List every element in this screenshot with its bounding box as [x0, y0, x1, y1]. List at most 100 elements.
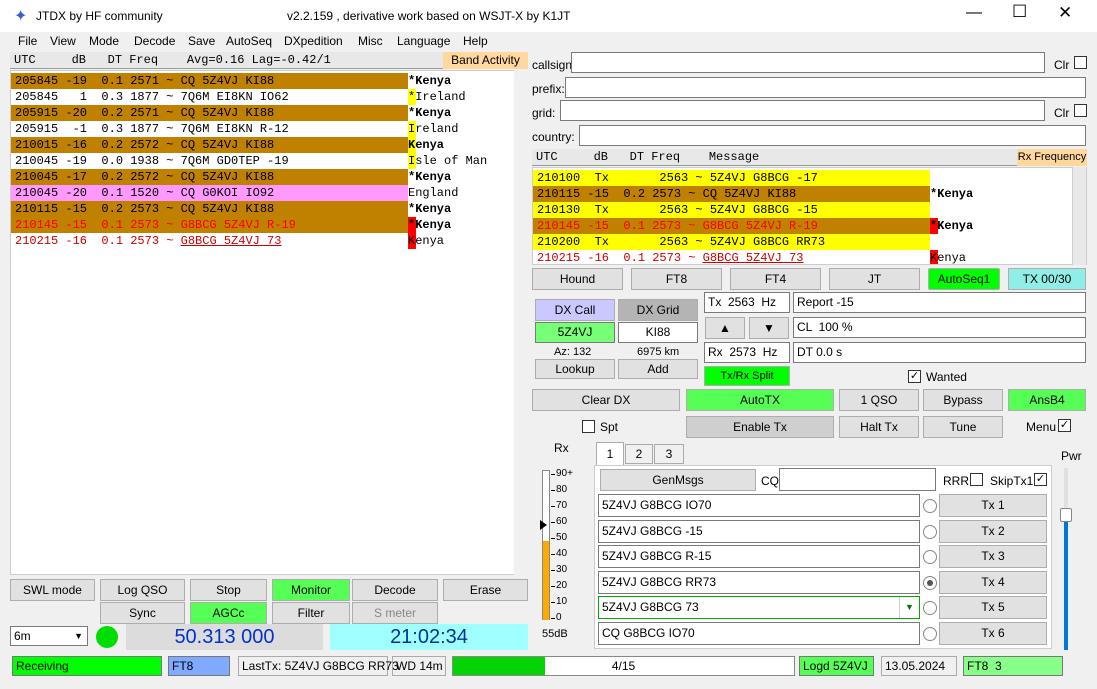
tx6-radio[interactable]	[923, 626, 937, 641]
tx4-button[interactable]: Tx 4	[939, 570, 1047, 594]
erase-button[interactable]: Erase	[443, 579, 528, 601]
report-spinbox[interactable]: Report -15	[793, 292, 1086, 313]
band-activity-button[interactable]: Band Activity	[443, 52, 528, 69]
callsign-input[interactable]	[571, 52, 1045, 73]
decode-row[interactable]: 210045 -19 0.0 1938 ~ 7Q6M GD0TEP -19 Isl…	[11, 153, 511, 169]
callsign-clr-checkbox[interactable]	[1074, 56, 1087, 69]
tab-1[interactable]: 1	[596, 442, 624, 466]
menu-checkbox[interactable]: ✓	[1058, 419, 1071, 432]
menu-item-misc[interactable]: Misc	[358, 34, 383, 48]
rx-frequency-button[interactable]: Rx Frequency	[1017, 149, 1087, 166]
tx1-message-input[interactable]: 5Z4VJ G8BCG IO70	[598, 494, 920, 517]
decode-row[interactable]: 205915 -1 0.3 1877 ~ 7Q6M EI8KN R-12 Irel…	[11, 121, 511, 137]
decode-row[interactable]: 210045 -20 0.1 1520 ~ CQ G0KOI IO92 Engla…	[11, 185, 511, 201]
tx5-message-input[interactable]: 5Z4VJ G8BCG 73	[598, 596, 920, 619]
add-button[interactable]: Add	[618, 359, 698, 379]
cl-spinbox[interactable]: CL 100 %	[793, 317, 1086, 338]
dt-spinbox[interactable]: DT 0.0 s	[793, 342, 1086, 363]
decode-row[interactable]: 210100 Tx 2563 ~ 5Z4VJ G8BCG -17	[533, 170, 1071, 186]
menu-item-save[interactable]: Save	[188, 34, 215, 48]
grid-input[interactable]	[560, 100, 1045, 121]
tx4-radio[interactable]	[923, 575, 937, 590]
decode-row[interactable]: 210215 -16 0.1 2573 ~ G8BCG 5Z4VJ 73 Keny…	[533, 250, 1071, 264]
ft8-mode-button[interactable]: FT8	[631, 268, 722, 290]
band-scrollbar[interactable]	[514, 70, 528, 575]
rx-frequency-spinbox[interactable]: Rx 2573 Hz	[704, 342, 790, 363]
country-input[interactable]	[579, 125, 1086, 146]
tx3-message-input[interactable]: 5Z4VJ G8BCG R-15	[598, 545, 920, 568]
wanted-checkbox[interactable]: ✓	[908, 370, 921, 383]
band-select[interactable]: 6m ▼	[10, 626, 88, 646]
set-tx-up-button[interactable]: ▲	[705, 317, 745, 339]
tx3-radio[interactable]	[923, 550, 937, 564]
decode-row[interactable]: 210145 -15 0.1 2573 ~ G8BCG 5Z4VJ R-19 *K…	[11, 217, 511, 233]
rx-scrollbar[interactable]	[1072, 167, 1086, 265]
tx2-button[interactable]: Tx 2	[939, 519, 1047, 543]
dx-call-button[interactable]: DX Call	[535, 299, 615, 321]
stop-button[interactable]: Stop	[190, 579, 267, 601]
genmsgs-button[interactable]: GenMsgs	[600, 469, 756, 491]
tx1-radio[interactable]	[923, 499, 937, 513]
tx5-button[interactable]: Tx 5	[939, 596, 1047, 619]
skiptx1-checkbox[interactable]: ✓	[1034, 473, 1047, 486]
jt-mode-button[interactable]: JT	[829, 268, 920, 290]
tx5-dropdown-chevron-icon[interactable]: ▼	[899, 597, 919, 618]
swl-mode-button[interactable]: SWL mode	[10, 579, 95, 601]
decode-row[interactable]: 210130 Tx 2563 ~ 5Z4VJ G8BCG -15	[533, 202, 1071, 218]
grid-clr-checkbox[interactable]	[1074, 104, 1087, 117]
sync-button[interactable]: Sync	[100, 602, 185, 624]
decode-row[interactable]: 210145 -15 0.1 2573 ~ G8BCG 5Z4VJ R-19 *K…	[533, 218, 1071, 234]
decode-row[interactable]: 205845 1 0.3 1877 ~ 7Q6M EI8KN IO62 *Irel…	[11, 89, 511, 105]
tx3-button[interactable]: Tx 3	[939, 545, 1047, 568]
tx5-radio[interactable]	[923, 601, 937, 615]
decode-row[interactable]: 210015 -16 0.2 2572 ~ CQ 5Z4VJ KI88 Kenya	[11, 137, 511, 153]
dx-grid-field[interactable]: KI88	[618, 322, 698, 343]
cq-input[interactable]	[779, 468, 936, 491]
ansb4-button[interactable]: AnsB4	[1008, 389, 1086, 411]
band-activity-list[interactable]: 205845 -19 0.1 2571 ~ CQ 5Z4VJ KI88 *Keny…	[10, 70, 528, 575]
tx4-message-input[interactable]: 5Z4VJ G8BCG RR73	[598, 570, 920, 594]
menu-item-view[interactable]: View	[50, 34, 76, 48]
tab-3[interactable]: 3	[654, 444, 684, 464]
menu-item-decode[interactable]: Decode	[134, 34, 175, 48]
one-qso-button[interactable]: 1 QSO	[839, 389, 919, 411]
halt-tx-button[interactable]: Halt Tx	[839, 416, 919, 438]
menu-item-dxpedition[interactable]: DXpedition	[284, 34, 343, 48]
decode-row[interactable]: 210115 -15 0.2 2573 ~ CQ 5Z4VJ KI88 *Keny…	[11, 201, 511, 217]
tx-period-button[interactable]: TX 00/30	[1008, 268, 1086, 290]
menu-item-mode[interactable]: Mode	[89, 34, 119, 48]
tune-button[interactable]: Tune	[923, 416, 1003, 438]
autotx-button[interactable]: AutoTX	[686, 389, 834, 411]
decode-row[interactable]: 210215 -16 0.1 2573 ~ G8BCG 5Z4VJ 73 Keny…	[11, 233, 511, 249]
bypass-button[interactable]: Bypass	[923, 389, 1003, 411]
set-rx-down-button[interactable]: ▼	[749, 317, 789, 339]
decode-row[interactable]: 210115 -15 0.2 2573 ~ CQ 5Z4VJ KI88 *Keny…	[533, 186, 1071, 202]
decode-row[interactable]: 210200 Tx 2563 ~ 5Z4VJ G8BCG RR73	[533, 234, 1071, 250]
clear-dx-button[interactable]: Clear DX	[532, 389, 680, 411]
tx1-button[interactable]: Tx 1	[939, 494, 1047, 517]
tx-frequency-spinbox[interactable]: Tx 2563 Hz	[704, 292, 790, 313]
tx2-message-input[interactable]: 5Z4VJ G8BCG -15	[598, 519, 920, 543]
decode-row[interactable]: 205845 -19 0.1 2571 ~ CQ 5Z4VJ KI88 *Keny…	[11, 73, 511, 89]
tx2-radio[interactable]	[923, 524, 937, 539]
log-qso-button[interactable]: Log QSO	[100, 579, 185, 601]
dx-call-field[interactable]: 5Z4VJ	[535, 322, 615, 343]
autoseq-button[interactable]: AutoSeq1	[928, 268, 1000, 290]
decode-row[interactable]: 205915 -20 0.2 2571 ~ CQ 5Z4VJ KI88 *Keny…	[11, 105, 511, 121]
lookup-button[interactable]: Lookup	[535, 359, 615, 379]
decode-row[interactable]: 210045 -17 0.2 2572 ~ CQ 5Z4VJ KI88 *Keny…	[11, 169, 511, 185]
s-meter-button[interactable]: S meter	[352, 602, 438, 624]
hound-button[interactable]: Hound	[532, 268, 623, 290]
tab-2[interactable]: 2	[625, 444, 653, 464]
filter-button[interactable]: Filter	[272, 602, 350, 624]
monitor-button[interactable]: Monitor	[272, 579, 350, 601]
dx-grid-button[interactable]: DX Grid	[618, 299, 698, 321]
rrr-checkbox[interactable]	[970, 473, 983, 486]
prefix-input[interactable]	[565, 77, 1086, 98]
ft4-mode-button[interactable]: FT4	[730, 268, 821, 290]
menu-item-help[interactable]: Help	[463, 34, 488, 48]
enable-tx-button[interactable]: Enable Tx	[686, 416, 834, 438]
power-slider-handle[interactable]	[1060, 508, 1072, 522]
maximize-button[interactable]: ☐	[1012, 2, 1027, 22]
spt-checkbox[interactable]	[582, 420, 595, 433]
